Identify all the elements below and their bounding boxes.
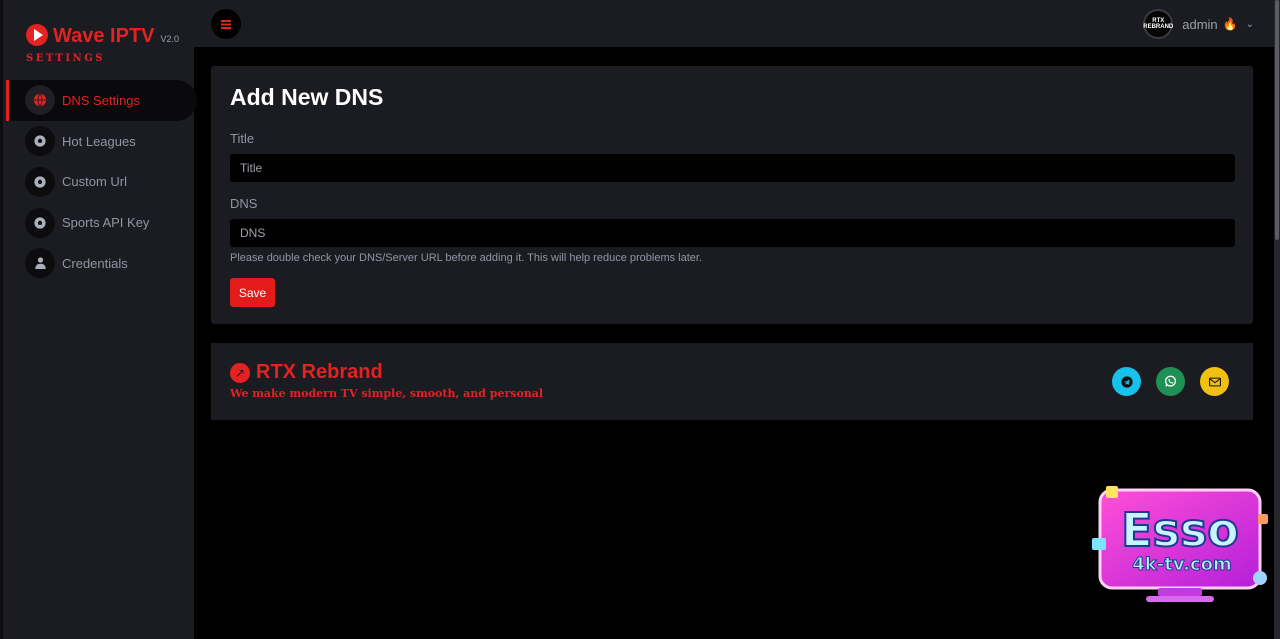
save-button[interactable]: Save — [230, 278, 275, 307]
esso-watermark-logo: Esso 4k-tv.com — [1092, 486, 1268, 602]
page-title: Add New DNS — [230, 84, 384, 110]
whatsapp-button[interactable] — [1156, 367, 1185, 396]
sidebar-nav: DNS Settings Hot Leagues Custom Url Spor… — [6, 80, 197, 284]
dns-hint: Please double check your DNS/Server URL … — [230, 252, 703, 264]
sidebar-item-dns-settings[interactable]: DNS Settings — [6, 80, 197, 121]
mail-icon — [1208, 377, 1221, 386]
top-bar: RTX REBRAND admin 🔥 ⌄ — [194, 0, 1274, 47]
dns-label: DNS — [230, 196, 258, 211]
title-input[interactable] — [230, 154, 1235, 182]
brand-tagline: We make modern TV simple, smooth, and pe… — [230, 387, 544, 400]
svg-text:Esso: Esso — [1121, 503, 1239, 557]
sidebar-item-hot-leagues[interactable]: Hot Leagues — [6, 121, 197, 162]
soccer-ball-icon — [25, 126, 55, 157]
dns-input[interactable] — [230, 219, 1235, 247]
soccer-ball-icon — [25, 166, 55, 197]
chevron-down-icon: ⌄ — [1245, 18, 1254, 30]
fire-icon: 🔥 — [1222, 17, 1238, 31]
mail-button[interactable] — [1200, 367, 1229, 396]
section-title: SETTINGS — [26, 53, 105, 64]
user-menu[interactable]: RTX REBRAND admin 🔥 ⌄ — [1143, 9, 1254, 39]
sidebar-item-label: Sports API Key — [62, 215, 150, 231]
sidebar-item-label: DNS Settings — [62, 92, 141, 108]
footer: ↗ RTX Rebrand We make modern TV simple, … — [211, 343, 1253, 420]
app-name: Wave IPTV — [53, 25, 155, 47]
user-icon — [25, 248, 55, 279]
menu-toggle-button[interactable] — [211, 9, 241, 39]
soccer-ball-icon — [25, 207, 55, 238]
sidebar-item-label: Hot Leagues — [62, 133, 136, 149]
sidebar-item-credentials[interactable]: Credentials — [6, 243, 197, 284]
sidebar-item-sports-api-key[interactable]: Sports API Key — [6, 202, 197, 243]
compass-icon: ↗ — [230, 362, 250, 383]
scrollbar-thumb[interactable] — [1275, 0, 1279, 240]
sidebar-item-label: Custom Url — [62, 174, 128, 190]
globe-icon — [25, 85, 55, 116]
telegram-button[interactable] — [1112, 367, 1141, 396]
page-scrollbar[interactable] — [1274, 0, 1280, 639]
add-dns-card: Add New DNS Title DNS Please double chec… — [211, 66, 1253, 324]
telegram-icon — [1120, 375, 1133, 388]
app-version: V2.0 — [160, 34, 180, 44]
app-logo[interactable]: Wave IPTV V2.0 — [26, 20, 179, 48]
username: admin — [1182, 16, 1218, 32]
footer-brand[interactable]: ↗ RTX Rebrand — [230, 361, 383, 384]
title-label: Title — [230, 131, 255, 146]
brand-name: RTX Rebrand — [256, 361, 383, 383]
whatsapp-icon — [1164, 375, 1177, 387]
play-icon — [26, 24, 48, 46]
svg-text:4k-tv.com: 4k-tv.com — [1132, 554, 1231, 575]
sidebar-item-custom-url[interactable]: Custom Url — [6, 162, 197, 203]
sidebar: Wave IPTV V2.0 SETTINGS DNS Settings Hot… — [0, 0, 197, 639]
hamburger-icon — [221, 19, 231, 29]
sidebar-item-label: Credentials — [62, 255, 128, 271]
avatar: RTX REBRAND — [1143, 9, 1174, 39]
